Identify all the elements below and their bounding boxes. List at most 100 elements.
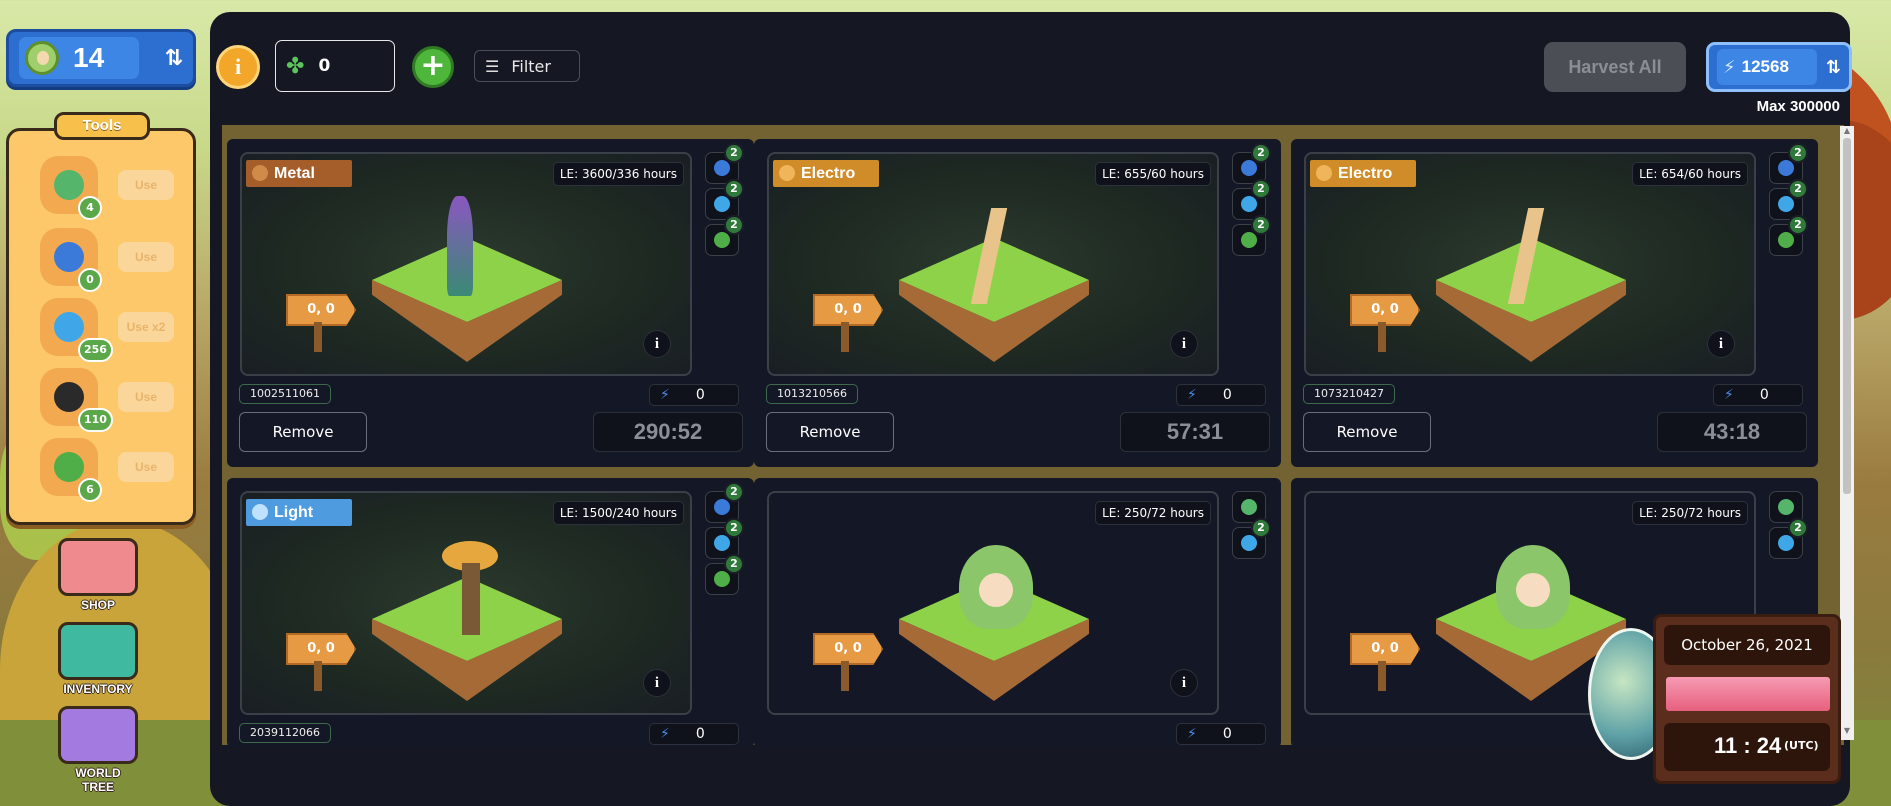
lightning-icon: ⚡ bbox=[1723, 56, 1736, 78]
sign-post bbox=[1378, 322, 1386, 352]
plant-id: 1073210427 bbox=[1303, 384, 1395, 404]
le-tag: LE: 1500/240 hours bbox=[552, 501, 684, 525]
sign-post bbox=[841, 661, 849, 691]
remove-button[interactable]: Remove bbox=[1303, 412, 1431, 452]
remove-button[interactable]: Remove bbox=[766, 412, 894, 452]
add-plant-button[interactable]: + bbox=[412, 46, 454, 88]
sky-strip bbox=[1666, 677, 1830, 711]
electro-icon bbox=[1316, 165, 1332, 181]
energy-value: 0 bbox=[1759, 387, 1769, 403]
slot-water[interactable]: 2 bbox=[1769, 518, 1808, 559]
use-scarecrow-button[interactable]: Use bbox=[118, 382, 174, 412]
slot-greenhouse[interactable]: 2 bbox=[705, 554, 744, 595]
use-water-button[interactable]: Use x2 bbox=[118, 312, 174, 342]
remove-button[interactable]: Remove bbox=[239, 412, 367, 452]
scroll-up-arrow[interactable]: ▲ bbox=[1842, 126, 1852, 136]
element-tag: Metal bbox=[246, 160, 352, 187]
plant-energy: ⚡ 0 bbox=[649, 723, 739, 745]
slot-greenhouse[interactable]: 2 bbox=[1232, 215, 1271, 256]
scroll-down-arrow[interactable]: ▼ bbox=[1842, 726, 1852, 736]
plant-info-button[interactable]: i bbox=[643, 669, 671, 697]
sign-post bbox=[1378, 661, 1386, 691]
plant-info-button[interactable]: i bbox=[1170, 330, 1198, 358]
clover-icon: ✤ bbox=[286, 53, 305, 79]
filter-button[interactable]: ☰ Filter bbox=[474, 50, 580, 82]
energy-value: 0 bbox=[695, 726, 705, 742]
sign-post bbox=[314, 661, 322, 691]
slot-badge: 2 bbox=[1788, 143, 1808, 163]
plant-view[interactable]: Electro LE: 655/60 hours 0, 0 i bbox=[767, 152, 1219, 376]
world-tree-icon bbox=[58, 706, 138, 764]
slot-greenhouse[interactable]: 2 bbox=[1769, 215, 1808, 256]
plant-info-button[interactable]: i bbox=[643, 330, 671, 358]
tool-row-water: 256 Use x2 bbox=[40, 298, 190, 362]
tool-row-scarecrow: 110 Use bbox=[40, 368, 190, 432]
lightning-icon: ⚡ bbox=[1187, 726, 1197, 742]
shop-button[interactable]: SHOP bbox=[58, 538, 138, 612]
slot-badge: 2 bbox=[1251, 215, 1271, 235]
seedling-face bbox=[979, 573, 1013, 607]
scrollbar-thumb[interactable] bbox=[1843, 138, 1851, 494]
energy-value: 0 bbox=[1222, 387, 1232, 403]
pot-icon bbox=[714, 499, 730, 515]
use-greenhouse-button[interactable]: Use bbox=[118, 452, 174, 482]
plant-id: 1002511061 bbox=[239, 384, 331, 404]
energy-value: 0 bbox=[1222, 726, 1232, 742]
element-label: Metal bbox=[274, 165, 315, 182]
element-tag: Electro bbox=[1310, 160, 1416, 187]
plant-info-button[interactable]: i bbox=[1170, 669, 1198, 697]
tool-row-small-pot: 4 Use bbox=[40, 156, 190, 220]
slot-badge: 2 bbox=[1788, 179, 1808, 199]
energy-box[interactable]: ⚡ 12568 ⇅ bbox=[1706, 42, 1852, 92]
tool-row-big-pot: 0 Use bbox=[40, 228, 190, 292]
plant-info-button[interactable]: i bbox=[1707, 330, 1735, 358]
shop-label: SHOP bbox=[80, 598, 115, 612]
max-energy-label: Max 300000 bbox=[1756, 98, 1840, 115]
light-icon bbox=[252, 504, 268, 520]
clover-value: 0 bbox=[318, 56, 331, 76]
metal-icon bbox=[252, 165, 268, 181]
date-time-widget: October 26, 2021 11 : 24 (UTC) bbox=[1653, 614, 1841, 784]
tools-title: Tools bbox=[54, 112, 150, 140]
plant-energy: ⚡ 0 bbox=[649, 384, 739, 406]
water-drop-icon bbox=[1241, 535, 1257, 551]
plant-count-box[interactable]: 14 ⇅ bbox=[6, 29, 196, 87]
light-plant-trunk bbox=[462, 563, 480, 635]
plant-energy: ⚡ 0 bbox=[1713, 384, 1803, 406]
element-label: Light bbox=[274, 504, 314, 521]
plant-view[interactable]: Metal LE: 3600/336 hours 0, 0 i bbox=[240, 152, 692, 376]
lightning-icon: ⚡ bbox=[1724, 387, 1734, 403]
metal-plant-sprite bbox=[447, 196, 473, 296]
swap-icon[interactable]: ⇅ bbox=[1826, 57, 1841, 78]
world-tree-button[interactable]: WORLD TREE bbox=[58, 706, 138, 794]
slot-badge: 2 bbox=[1788, 518, 1808, 538]
plant-count-value: 14 bbox=[73, 42, 105, 73]
plant-count-inner: 14 bbox=[19, 37, 139, 79]
element-tag: Electro bbox=[773, 160, 879, 187]
slot-badge: 2 bbox=[1251, 179, 1271, 199]
lightning-icon: ⚡ bbox=[660, 387, 670, 403]
plant-card: Light LE: 1500/240 hours 0, 0 i 2 2 2 20… bbox=[227, 478, 754, 748]
greenhouse-icon bbox=[714, 232, 730, 248]
countdown-timer: 43:18 bbox=[1657, 412, 1807, 452]
energy-value: 0 bbox=[695, 387, 705, 403]
greenhouse-icon bbox=[1778, 232, 1794, 248]
greenhouse-icon bbox=[1241, 232, 1257, 248]
slot-water[interactable]: 2 bbox=[1232, 518, 1271, 559]
inventory-button[interactable]: INVENTORY bbox=[58, 622, 138, 696]
slot-badge: 2 bbox=[1251, 518, 1271, 538]
plant-view[interactable]: Electro LE: 654/60 hours 0, 0 i bbox=[1304, 152, 1756, 376]
plant-view[interactable]: Light LE: 1500/240 hours 0, 0 i bbox=[240, 491, 692, 715]
energy-inner: ⚡ 12568 bbox=[1717, 49, 1817, 85]
greenhouse-icon bbox=[714, 571, 730, 587]
info-button[interactable]: i bbox=[216, 45, 260, 89]
slot-greenhouse[interactable]: 2 bbox=[705, 215, 744, 256]
plant-view[interactable]: LE: 250/72 hours 0, 0 i bbox=[767, 491, 1219, 715]
swap-icon[interactable]: ⇅ bbox=[165, 46, 183, 71]
slot-badge: 2 bbox=[1788, 215, 1808, 235]
harvest-all-button[interactable]: Harvest All bbox=[1544, 42, 1686, 92]
small-pot-icon bbox=[1241, 499, 1257, 515]
use-small-pot-button[interactable]: Use bbox=[118, 170, 174, 200]
use-big-pot-button[interactable]: Use bbox=[118, 242, 174, 272]
electro-icon bbox=[779, 165, 795, 181]
